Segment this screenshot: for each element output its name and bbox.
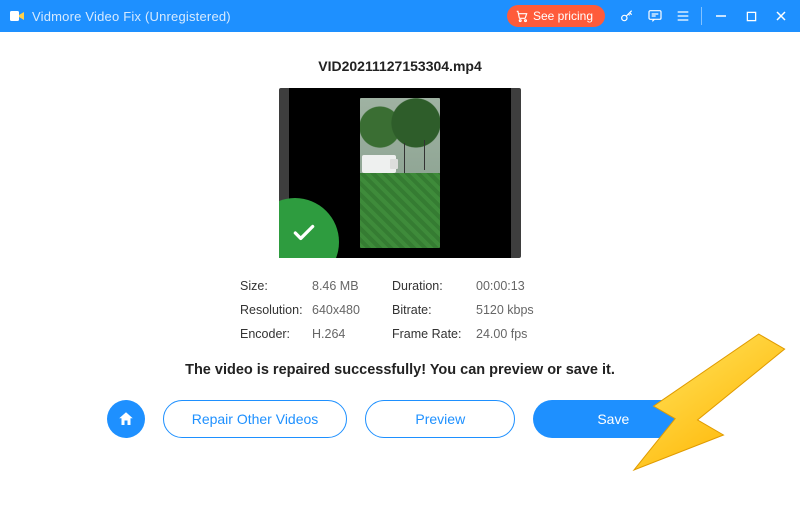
minimize-button[interactable]	[706, 0, 736, 32]
see-pricing-button[interactable]: See pricing	[507, 5, 605, 27]
menu-icon[interactable]	[669, 0, 697, 32]
filename-label: VID20211127153304.mp4	[0, 58, 800, 74]
bitrate-label: Bitrate:	[392, 303, 476, 317]
save-label: Save	[597, 411, 629, 427]
bitrate-value: 5120 kbps	[476, 303, 560, 317]
key-icon[interactable]	[613, 0, 641, 32]
size-label: Size:	[240, 279, 312, 293]
feedback-icon[interactable]	[641, 0, 669, 32]
resolution-value: 640x480	[312, 303, 392, 317]
framerate-label: Frame Rate:	[392, 327, 476, 341]
maximize-button[interactable]	[736, 0, 766, 32]
checkmark-icon	[291, 220, 317, 246]
meta-row: Size: 8.46 MB Duration: 00:00:13	[240, 274, 560, 298]
app-title: Vidmore Video Fix (Unregistered)	[32, 9, 231, 24]
meta-row: Resolution: 640x480 Bitrate: 5120 kbps	[240, 298, 560, 322]
video-metadata: Size: 8.46 MB Duration: 00:00:13 Resolut…	[240, 274, 560, 346]
main-content: VID20211127153304.mp4 Size: 8.46 MB Dura…	[0, 32, 800, 438]
video-preview[interactable]	[279, 88, 521, 258]
duration-value: 00:00:13	[476, 279, 560, 293]
home-button[interactable]	[107, 400, 145, 438]
app-logo-icon	[8, 7, 26, 25]
preview-label: Preview	[415, 411, 465, 427]
save-button[interactable]: Save	[533, 400, 693, 438]
encoder-value: H.264	[312, 327, 392, 341]
resolution-label: Resolution:	[240, 303, 312, 317]
repair-other-label: Repair Other Videos	[192, 411, 319, 427]
preview-button[interactable]: Preview	[365, 400, 515, 438]
title-bar: Vidmore Video Fix (Unregistered) See pri…	[0, 0, 800, 32]
success-badge	[279, 198, 339, 258]
meta-row: Encoder: H.264 Frame Rate: 24.00 fps	[240, 322, 560, 346]
pricing-label: See pricing	[533, 9, 593, 23]
size-value: 8.46 MB	[312, 279, 392, 293]
preview-thumbnail	[360, 98, 440, 248]
cart-icon	[515, 9, 529, 23]
encoder-label: Encoder:	[240, 327, 312, 341]
framerate-value: 24.00 fps	[476, 327, 560, 341]
duration-label: Duration:	[392, 279, 476, 293]
home-icon	[117, 410, 135, 428]
success-message: The video is repaired successfully! You …	[0, 362, 800, 378]
repair-other-videos-button[interactable]: Repair Other Videos	[163, 400, 348, 438]
action-bar: Repair Other Videos Preview Save	[0, 400, 800, 438]
titlebar-divider	[701, 7, 702, 25]
preview-sidebar-right	[511, 88, 521, 258]
close-button[interactable]	[766, 0, 796, 32]
